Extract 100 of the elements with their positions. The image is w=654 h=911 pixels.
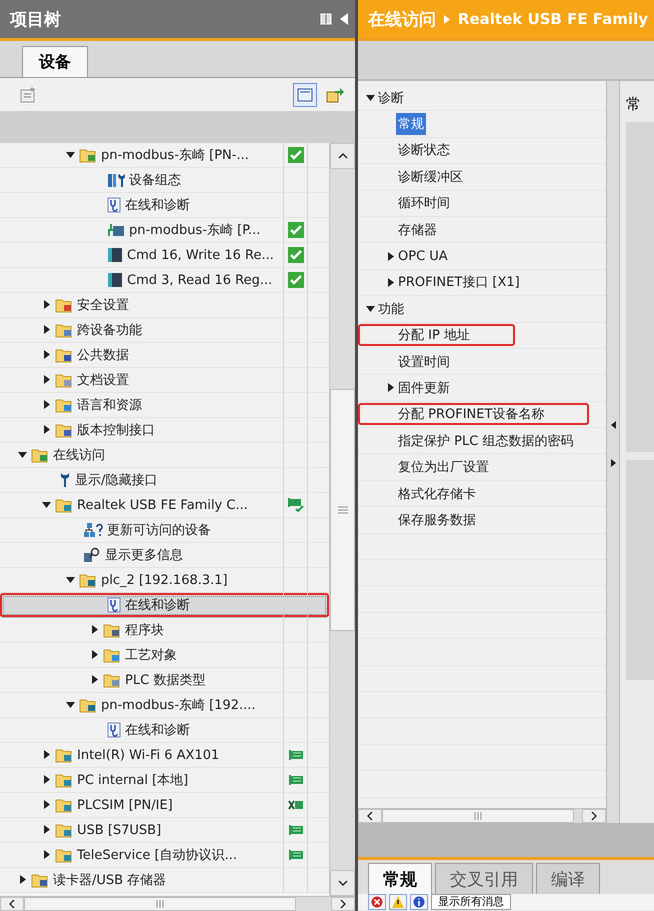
tree-item[interactable]: 安全设置: [0, 293, 330, 318]
tree-item[interactable]: 程序块: [0, 618, 330, 643]
collapsed-icon: [42, 400, 51, 408]
nav-item[interactable]: 诊断: [364, 86, 406, 109]
tree-item[interactable]: PLC 数据类型: [0, 668, 330, 693]
collapsed-icon: [90, 674, 99, 684]
tree-item[interactable]: 工艺对象: [0, 643, 330, 668]
nav-item[interactable]: 指定保护 PLC 组态数据的密码: [396, 430, 576, 452]
table-view-button[interactable]: [293, 82, 317, 106]
collapsed-icon: [386, 278, 395, 287]
split-view-icon[interactable]: [320, 13, 332, 25]
tree-item[interactable]: PLCSIM [PN/IE]: [0, 793, 330, 818]
tree-item[interactable]: 跨设备功能: [0, 318, 330, 343]
collapsed-icon: [18, 874, 27, 884]
caret-left-icon: [9, 899, 15, 909]
collapse-icon[interactable]: [340, 13, 349, 25]
scrollbar-thumb[interactable]: [330, 389, 355, 631]
nav-item[interactable]: 分配 PROFINET设备名称: [358, 403, 590, 426]
check-icon: [288, 247, 304, 263]
expanded-icon: [66, 574, 75, 584]
tree-item[interactable]: Intel(R) Wi-Fi 6 AX101: [0, 743, 330, 768]
nav-item[interactable]: 格式化存储卡: [396, 482, 478, 505]
tab[interactable]: 交叉引用: [435, 863, 533, 894]
tab[interactable]: 常规: [368, 863, 432, 894]
tree-item[interactable]: 读卡器/USB 存储器: [0, 868, 330, 893]
collapsed-icon: [42, 800, 51, 808]
folder-icon: [103, 648, 121, 662]
collapsed-icon: [90, 624, 99, 634]
tree-item[interactable]: Cmd 16, Write 16 Re...: [0, 243, 330, 268]
tree-item[interactable]: PC internal [本地]: [0, 768, 330, 793]
scroll-right-button[interactable]: [582, 809, 606, 823]
scrollbar-thumb[interactable]: [382, 809, 574, 823]
nav-item[interactable]: 设置时间: [396, 350, 452, 373]
tab[interactable]: 编译: [536, 863, 600, 894]
warning-filter-button[interactable]: [389, 894, 407, 910]
collapsed-icon: [42, 350, 51, 358]
nav-item[interactable]: 存储器: [396, 218, 439, 241]
message-filter-dropdown[interactable]: 显示所有消息: [431, 894, 511, 910]
nav-item[interactable]: 循环时间: [396, 192, 452, 214]
tree-item[interactable]: 显示/隐藏接口: [0, 468, 330, 493]
table-icon: [297, 88, 313, 102]
check-icon: [288, 222, 304, 238]
disconnected-icon: [288, 799, 304, 811]
tab[interactable]: 设备: [22, 46, 88, 77]
folder-icon: [31, 872, 49, 888]
tree-item[interactable]: 在线和诊断: [0, 193, 330, 218]
tree-item[interactable]: 公共数据: [0, 343, 330, 368]
folder-device-icon: [79, 148, 97, 162]
stethoscope-icon: [107, 597, 121, 613]
tree-item[interactable]: TeleService [自动协议识...: [0, 843, 330, 868]
tree-item[interactable]: 更新可访问的设备: [0, 518, 330, 543]
tree-item[interactable]: Cmd 3, Read 16 Reg...: [0, 268, 330, 293]
tree-item[interactable]: 文档设置: [0, 368, 330, 393]
folder-icon: [79, 572, 97, 588]
tree-item[interactable]: pn-modbus-东崎 [P...: [0, 218, 330, 243]
collapse-left-icon[interactable]: [610, 421, 616, 429]
folder-icon: [103, 622, 121, 638]
scroll-up-button[interactable]: [330, 143, 355, 169]
error-filter-button[interactable]: [368, 894, 386, 910]
tree-item[interactable]: pn-modbus-东崎 [PN-...: [0, 143, 330, 168]
tree-item[interactable]: USB [S7USB]: [0, 818, 330, 843]
tree-item[interactable]: plc_2 [192.168.3.1]: [0, 568, 330, 593]
tree-item[interactable]: pn-modbus-东崎 [192....: [0, 693, 330, 718]
folder-icon: [31, 448, 49, 462]
nav-item[interactable]: 常规: [396, 113, 426, 136]
check-icon: [288, 272, 304, 288]
nav-item[interactable]: 固件更新: [384, 376, 452, 399]
expand-right-icon[interactable]: [610, 459, 616, 467]
tree-item[interactable]: Realtek USB FE Family C...: [0, 493, 330, 518]
nav-item[interactable]: 功能: [364, 298, 406, 320]
folder-icon: [55, 822, 73, 838]
scroll-left-button[interactable]: [358, 809, 382, 823]
tree-item[interactable]: 在线访问: [0, 443, 330, 468]
tree-item[interactable]: 语言和资源: [0, 393, 330, 418]
tree-item[interactable]: 设备组态: [0, 168, 330, 193]
nav-item[interactable]: PROFINET接口 [X1]: [384, 271, 522, 294]
folder-icon: [103, 672, 121, 688]
tree-item[interactable]: 在线和诊断: [0, 593, 330, 618]
info-filter-button[interactable]: [410, 894, 428, 910]
nav-item[interactable]: 保存服务数据: [396, 508, 478, 531]
scrollbar-thumb[interactable]: [24, 897, 296, 911]
tree-item[interactable]: 显示更多信息: [0, 543, 330, 568]
caret-right-icon: [340, 899, 346, 909]
folder-icon: [55, 372, 73, 388]
scroll-right-button[interactable]: [331, 897, 355, 911]
add-device-icon[interactable]: [20, 86, 36, 102]
expanded-icon: [66, 700, 75, 708]
nav-item[interactable]: 诊断缓冲区: [396, 166, 465, 188]
folder-icon: [55, 798, 73, 812]
tree-item[interactable]: 版本控制接口: [0, 418, 330, 443]
nav-item[interactable]: OPC UA: [384, 245, 450, 268]
nav-item[interactable]: 复位为出厂设置: [396, 456, 491, 478]
nav-item[interactable]: 分配 IP 地址: [358, 324, 515, 346]
expanded-icon: [42, 500, 51, 508]
tree-item[interactable]: 在线和诊断: [0, 718, 330, 743]
scroll-left-button[interactable]: [0, 897, 24, 911]
section-heading: 常: [626, 95, 642, 114]
folder-icon: [55, 322, 73, 338]
network-card-icon: [288, 849, 304, 861]
nav-item[interactable]: 诊断状态: [396, 139, 452, 162]
